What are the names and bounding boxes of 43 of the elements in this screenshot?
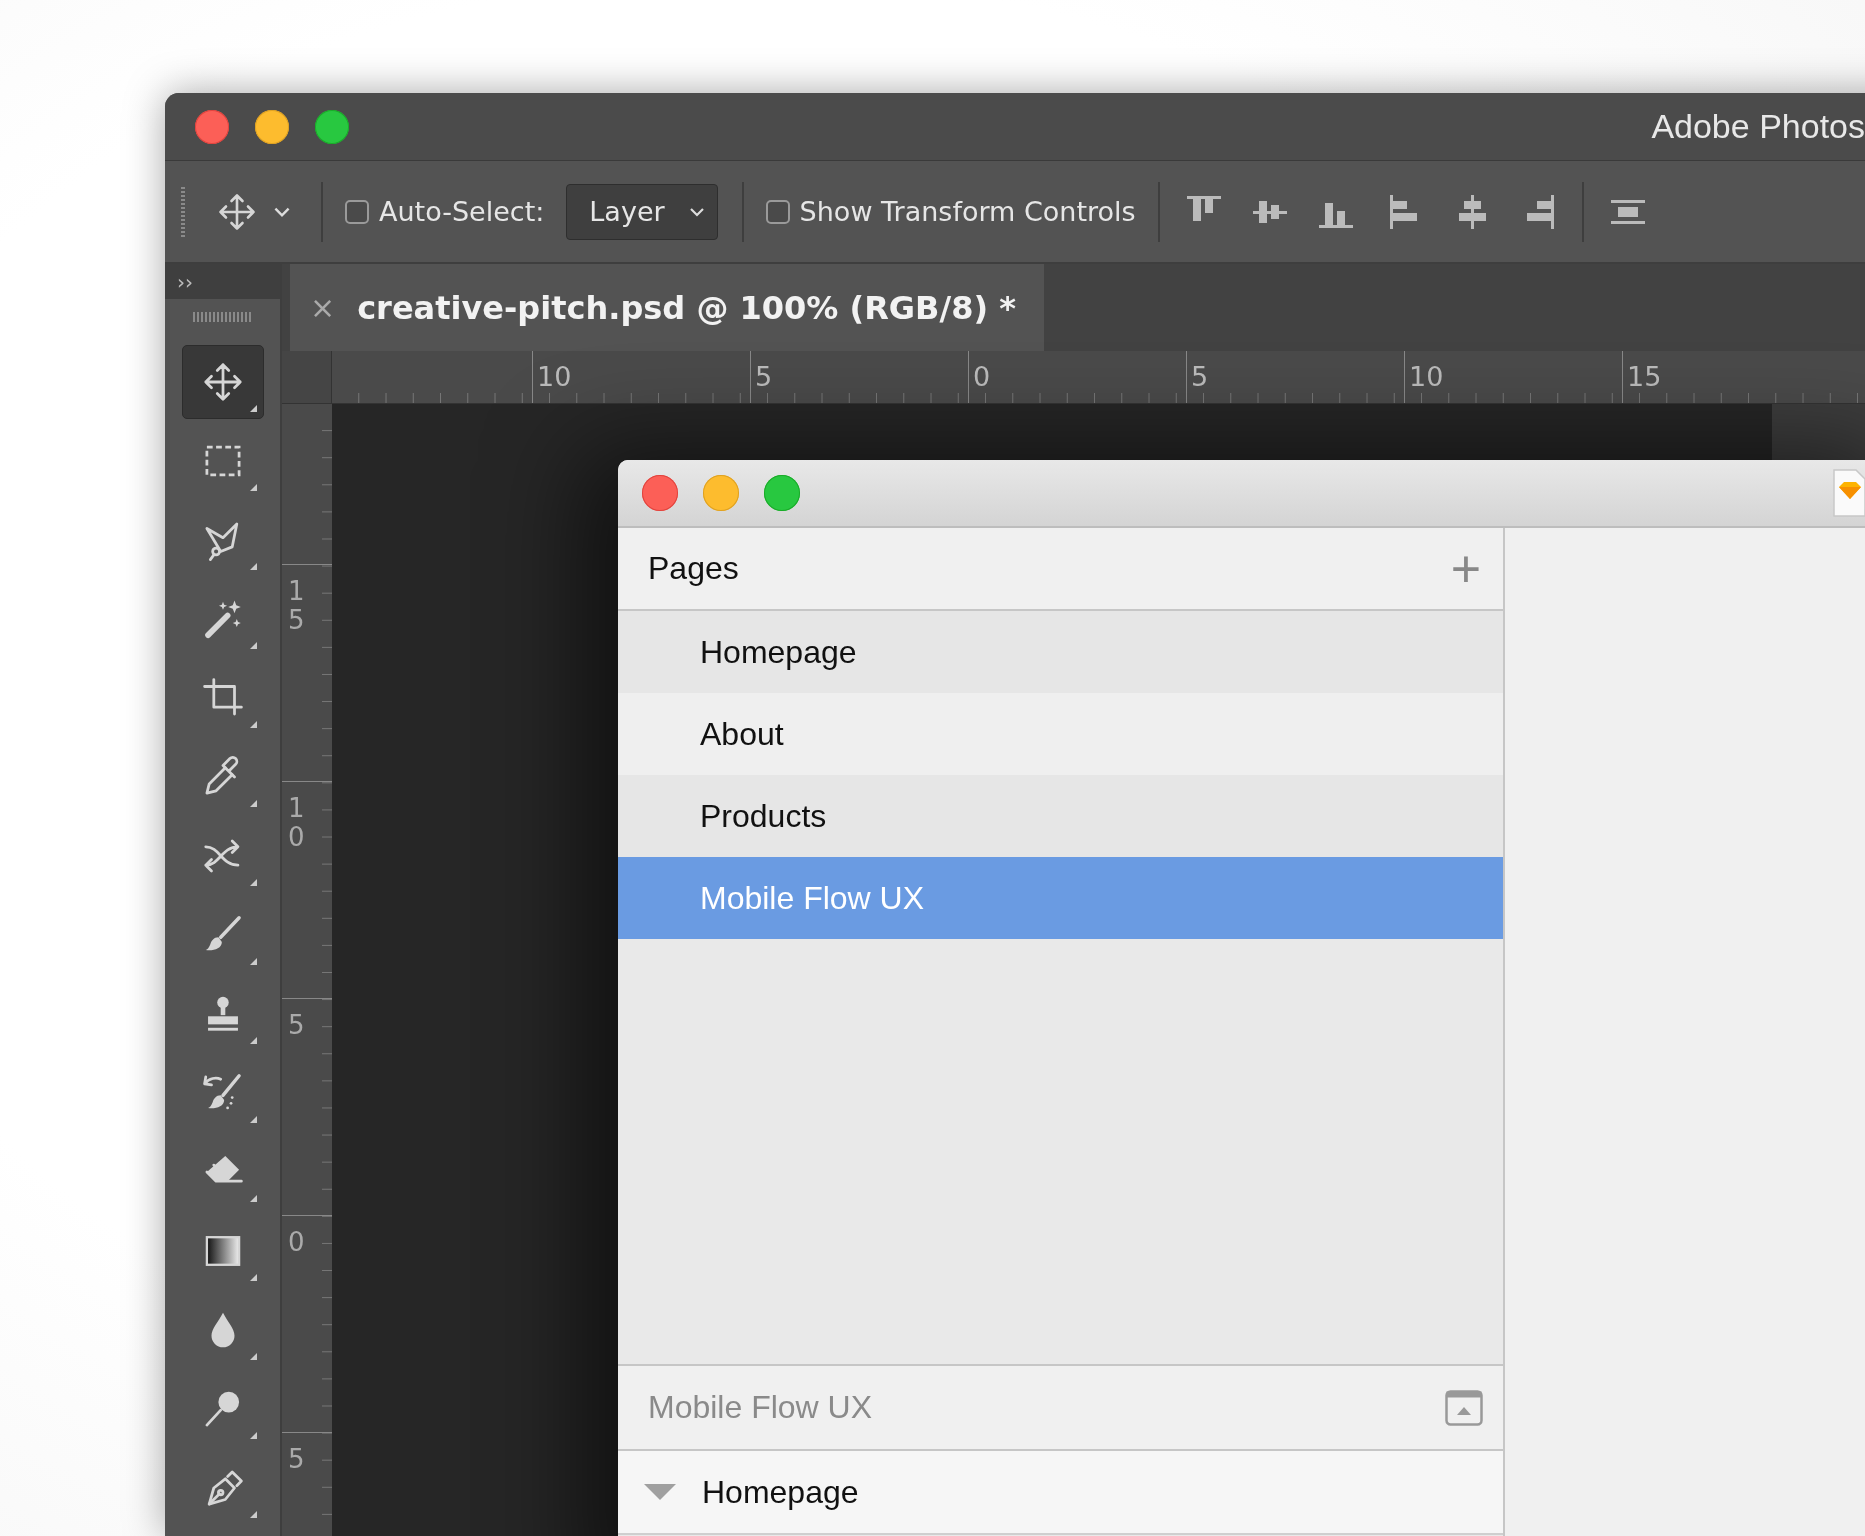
layers-header: Mobile Flow UX	[648, 1389, 873, 1426]
ruler-label: 0	[288, 1228, 305, 1257]
corner-triangle-icon	[249, 721, 257, 728]
minimize-button[interactable]	[255, 109, 289, 144]
corner-triangle-icon	[249, 958, 257, 965]
corner-triangle-icon	[249, 1511, 257, 1518]
ruler-label: 10	[288, 794, 305, 852]
close-button[interactable]	[195, 109, 229, 144]
corner-triangle-icon	[249, 405, 257, 412]
ruler-label: 10	[537, 361, 572, 392]
dropdown[interactable]: Layer	[566, 183, 718, 240]
ruler-label: 10	[1409, 361, 1444, 392]
corner-triangle-icon	[249, 1037, 257, 1044]
expand-toggle[interactable]: ››	[177, 269, 193, 294]
ruler-label: 0	[973, 361, 991, 392]
document-tab[interactable]: × creative-pitch.psd @ 100% (RGB/8) *	[290, 264, 1044, 351]
tool-button[interactable]	[181, 345, 264, 419]
page-item[interactable]: About	[618, 693, 1503, 775]
corner-triangle-icon	[249, 1195, 257, 1202]
ruler-label: 5	[288, 1445, 305, 1474]
corner-triangle-icon	[249, 1274, 257, 1281]
window-title: Adobe Photos	[1651, 107, 1865, 146]
corner-triangle-icon	[249, 879, 257, 886]
corner-triangle-icon	[249, 1432, 257, 1439]
corner-triangle-icon	[249, 563, 257, 570]
pages-header: Pages	[648, 550, 739, 587]
ruler-label: 15	[1627, 361, 1662, 392]
close-button[interactable]	[642, 475, 678, 511]
grip-handle[interactable]	[181, 186, 185, 237]
corner-triangle-icon	[249, 1353, 257, 1360]
zoom-button[interactable]	[315, 109, 349, 144]
ruler-label: 5	[288, 1011, 305, 1040]
corner-triangle-icon	[249, 800, 257, 807]
ruler-label: 5	[1191, 361, 1209, 392]
document-title: creative-pitch.psd @ 100% (RGB/8) *	[357, 288, 1016, 327]
corner-triangle-icon	[249, 1116, 257, 1123]
corner-triangle-icon	[249, 484, 257, 491]
checkbox[interactable]: Auto-Select:	[345, 196, 545, 227]
ruler-label: 5	[755, 361, 773, 392]
layer-row[interactable]: Homepage	[618, 1451, 1503, 1535]
checkbox[interactable]: Show Transform Controls	[765, 196, 1136, 227]
ruler-label: 15	[288, 577, 305, 635]
corner-triangle-icon	[249, 642, 257, 649]
